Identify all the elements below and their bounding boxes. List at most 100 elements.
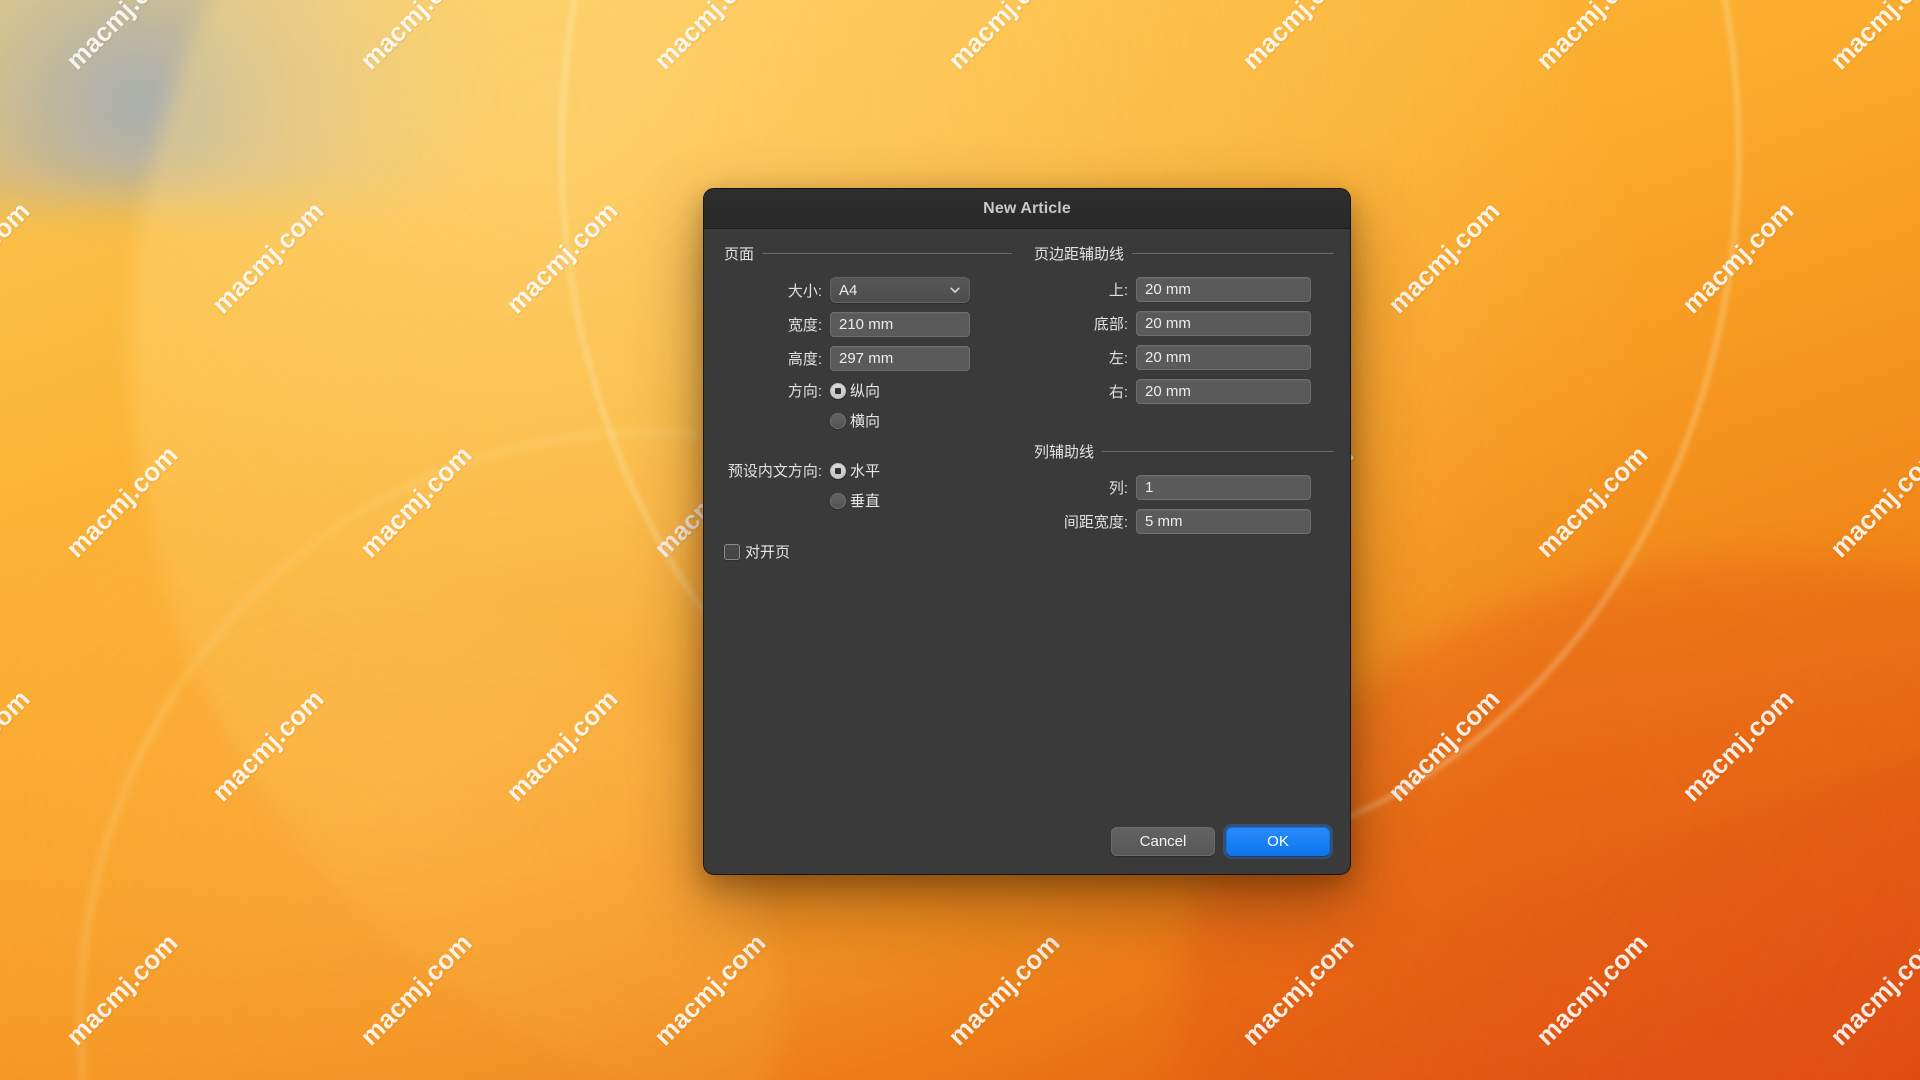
watermark-text: macmj.com: [1382, 195, 1506, 320]
watermark-text: macmj.com: [354, 0, 478, 76]
width-label: 宽度:: [787, 317, 822, 334]
orientation-landscape-label: 横向: [850, 413, 881, 430]
watermark-text: macmj.com: [206, 683, 330, 808]
watermark-text: macmj.com: [354, 927, 478, 1052]
watermark-text: macmj.com: [1824, 439, 1920, 564]
width-field-row: 宽度: 210 mm: [724, 312, 1012, 337]
vertical-spacer: [724, 440, 1012, 460]
section-divider: [762, 253, 1012, 254]
radio-indicator: [830, 462, 846, 479]
size-select[interactable]: A4: [830, 277, 970, 303]
height-input[interactable]: 297 mm: [830, 346, 970, 371]
dialog-body: 页面 大小: A4 宽度: 210 mm 高度: 297 mm 方向: 纵向 横…: [704, 229, 1350, 874]
gutter-width-input[interactable]: 5 mm: [1136, 509, 1311, 534]
text-direction-radio-vertical[interactable]: 垂直: [830, 490, 880, 511]
watermark-text: macmj.com: [60, 927, 184, 1052]
section-divider: [1132, 253, 1334, 254]
width-input[interactable]: 210 mm: [830, 312, 970, 337]
height-field-row: 高度: 297 mm: [724, 346, 1012, 371]
watermark-text: macmj.com: [60, 439, 184, 564]
wallpaper-swoop-6: [1275, 684, 1920, 1080]
text-direction-horizontal-label: 水平: [850, 463, 881, 480]
watermark-text: macmj.com: [500, 195, 624, 320]
cancel-button[interactable]: Cancel: [1111, 827, 1215, 856]
margin-top-label: 上:: [1108, 282, 1128, 299]
margin-top-input[interactable]: 20 mm: [1136, 277, 1311, 302]
margin-left-label: 左:: [1108, 350, 1128, 367]
facing-pages-label: 对开页: [745, 544, 791, 561]
chevron-down-icon: [949, 284, 961, 296]
watermark-text: macmj.com: [1676, 195, 1800, 320]
watermark-text: macmj.com: [60, 0, 184, 76]
text-direction-radio-horizontal[interactable]: 水平: [830, 460, 880, 481]
guides-column: 页边距辅助线 上: 20 mm 底部: 20 mm 左: 20 mm 右: 20…: [1034, 243, 1334, 562]
watermark-text: macmj.com: [1824, 927, 1920, 1052]
radio-indicator: [830, 382, 846, 399]
orientation-label: 方向:: [787, 383, 822, 400]
radio-indicator: [830, 492, 846, 509]
facing-pages-checkbox[interactable]: 对开页: [724, 541, 1012, 562]
margin-top-row: 上: 20 mm: [1034, 277, 1334, 302]
vertical-spacer: [1034, 413, 1334, 441]
orientation-row-2: 横向: [724, 410, 1012, 431]
watermark-text: macmj.com: [648, 927, 772, 1052]
desktop-wallpaper: macmj.com macmj.com macmj.com macmj.com macm…: [0, 0, 1920, 1080]
watermark-text: macmj.com: [648, 0, 772, 76]
column-section-header: 列辅助线: [1034, 441, 1334, 462]
watermark-text: macmj.com: [354, 439, 478, 564]
columns-input[interactable]: 1: [1136, 475, 1311, 500]
watermark-text: macmj.com: [942, 927, 1066, 1052]
watermark-text: macmj.com: [1382, 683, 1506, 808]
wallpaper-haze: [0, 0, 480, 200]
margin-bottom-label: 底部:: [1093, 316, 1128, 333]
margin-section-header: 页边距辅助线: [1034, 243, 1334, 264]
new-article-dialog: New Article 页面 大小: A4 宽度: 210 mm 高度: 297…: [703, 188, 1351, 875]
watermark-text: macmj.com: [1236, 0, 1360, 76]
orientation-portrait-label: 纵向: [850, 383, 881, 400]
gutter-width-row: 间距宽度: 5 mm: [1034, 509, 1334, 534]
watermark-text: macmj.com: [1676, 683, 1800, 808]
watermark-text: macmj.com: [1530, 0, 1654, 76]
size-field-row: 大小: A4: [724, 277, 1012, 303]
height-label: 高度:: [787, 351, 822, 368]
radio-indicator: [830, 412, 846, 429]
ok-button[interactable]: OK: [1226, 827, 1330, 856]
watermark-text: macmj.com: [0, 683, 36, 808]
orientation-radio-landscape[interactable]: 横向: [830, 410, 880, 431]
checkbox-indicator: [724, 543, 740, 560]
dialog-footer: Cancel OK: [1111, 827, 1330, 856]
page-section-title: 页面: [724, 246, 755, 263]
watermark-text: macmj.com: [1530, 927, 1654, 1052]
columns-row: 列: 1: [1034, 475, 1334, 500]
page-settings-column: 页面 大小: A4 宽度: 210 mm 高度: 297 mm 方向: 纵向 横…: [724, 243, 1012, 562]
watermark-text: macmj.com: [500, 683, 624, 808]
size-select-value: A4: [839, 281, 858, 299]
margin-right-label: 右:: [1108, 384, 1128, 401]
watermark-text: macmj.com: [1530, 439, 1654, 564]
watermark-text: macmj.com: [942, 0, 1066, 76]
wallpaper-swoop-4: [0, 520, 780, 1080]
margin-right-row: 右: 20 mm: [1034, 379, 1334, 404]
orientation-radio-portrait[interactable]: 纵向: [830, 380, 880, 401]
watermark-text: macmj.com: [0, 195, 36, 320]
section-divider: [1102, 451, 1334, 452]
text-direction-vertical-label: 垂直: [850, 493, 881, 510]
watermark-text: macmj.com: [1824, 0, 1920, 76]
text-direction-row-2: 垂直: [724, 490, 1012, 511]
size-label: 大小:: [787, 282, 822, 300]
margin-section-title: 页边距辅助线: [1034, 246, 1125, 263]
dialog-titlebar: New Article: [704, 189, 1350, 229]
dialog-title: New Article: [983, 199, 1071, 217]
watermark-text: macmj.com: [206, 195, 330, 320]
orientation-row-1: 方向: 纵向: [724, 380, 1012, 401]
margin-bottom-input[interactable]: 20 mm: [1136, 311, 1311, 336]
text-direction-row-1: 预设内文方向: 水平: [724, 460, 1012, 481]
margin-bottom-row: 底部: 20 mm: [1034, 311, 1334, 336]
watermark-text: macmj.com: [1236, 927, 1360, 1052]
gutter-width-label: 间距宽度:: [1063, 514, 1128, 531]
margin-left-input[interactable]: 20 mm: [1136, 345, 1311, 370]
columns-label: 列:: [1108, 480, 1128, 497]
margin-left-row: 左: 20 mm: [1034, 345, 1334, 370]
margin-right-input[interactable]: 20 mm: [1136, 379, 1311, 404]
page-section-header: 页面: [724, 243, 1012, 264]
